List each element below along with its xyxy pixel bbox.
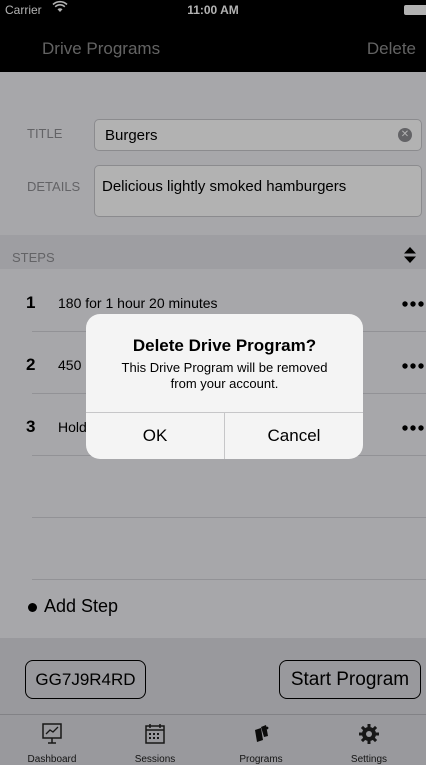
ok-button[interactable]: OK xyxy=(86,413,224,459)
alert-title: Delete Drive Program? xyxy=(132,336,317,355)
alert-message: This Drive Program will be removed from … xyxy=(108,360,341,392)
delete-alert-dialog: Delete Drive Program? This Drive Program… xyxy=(86,314,363,459)
cancel-button[interactable]: Cancel xyxy=(225,413,363,459)
alert-message-line: from your account. xyxy=(170,376,279,391)
alert-message-line: This Drive Program will be removed xyxy=(121,360,328,375)
